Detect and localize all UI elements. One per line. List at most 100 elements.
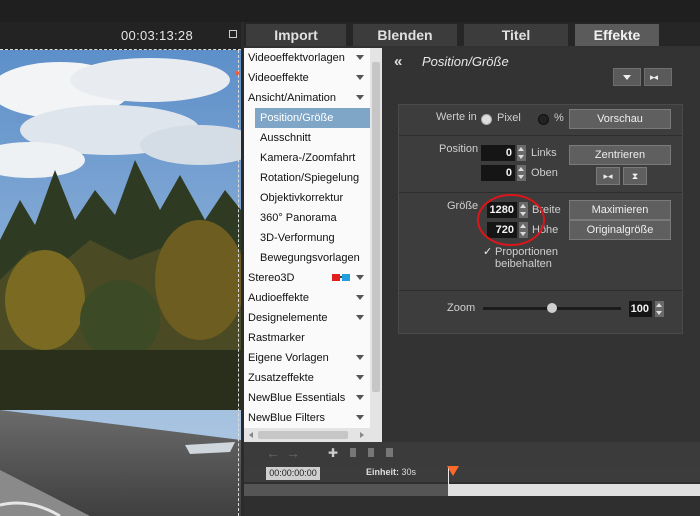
timeline-toolbar: ← → ✚ (244, 442, 700, 466)
tab-blenden[interactable]: Blenden (353, 24, 457, 46)
video-safe-border-top (0, 49, 241, 50)
category-item-label: Designelemente (248, 312, 328, 324)
category-item[interactable]: Ausschnitt (260, 128, 311, 148)
presets-dropdown-button[interactable] (613, 68, 641, 86)
media-pool-panel: Import Blenden Titel Effekte Videoeffekt… (244, 22, 700, 516)
add-marker-icon[interactable]: ✚ (328, 446, 338, 460)
preview-timecode-bar: 00:03:13:28 (0, 22, 241, 48)
timeline-scrollbar[interactable] (448, 484, 700, 496)
category-list-hscroll-thumb[interactable] (258, 431, 348, 439)
unit-percent-radio[interactable] (538, 114, 549, 125)
center-vertical-button[interactable]: ⧗ (623, 167, 647, 185)
timeline-unit-label: Einheit: (366, 467, 399, 477)
category-item[interactable]: Position/Größe (255, 108, 370, 128)
chevron-down-icon[interactable] (356, 275, 364, 280)
center-horizontal-icon: ▸◂ (603, 171, 613, 181)
category-item[interactable]: Objektivkorrektur (260, 188, 343, 208)
timeline-area: ← → ✚ 00:00:00:00 Einheit: 30s (244, 442, 700, 516)
position-links-input[interactable]: 0 (481, 145, 515, 161)
tab-effekte[interactable]: Effekte (575, 24, 659, 46)
position-label: Position (439, 143, 479, 155)
timeline-unit-value: 30s (401, 467, 417, 477)
chevron-down-icon[interactable] (356, 355, 364, 360)
tab-import[interactable]: Import (246, 24, 346, 46)
category-item[interactable]: Eigene Vorlagen (248, 348, 329, 368)
undo-arrow-icon[interactable]: ← (266, 445, 280, 461)
category-item[interactable]: 360° Panorama (260, 208, 337, 228)
divider (399, 135, 682, 136)
zoom-input[interactable]: 100 (629, 301, 652, 317)
position-links-spinner[interactable] (517, 145, 526, 161)
hscroll-left-icon[interactable] (249, 432, 253, 438)
category-item[interactable]: Bewegungsvorlagen (260, 248, 360, 268)
hscroll-right-icon[interactable] (360, 432, 364, 438)
category-item[interactable]: NewBlue Essentials (248, 388, 345, 408)
category-item[interactable]: NewBlue Filters (248, 408, 325, 428)
maximieren-button[interactable]: Maximieren (569, 200, 671, 220)
category-item[interactable]: Stereo3D (248, 268, 350, 288)
proportionen-line1: Proportionen (495, 246, 558, 258)
category-item-label: Rotation/Spiegelung (260, 172, 360, 184)
chevron-down-icon[interactable] (356, 75, 364, 80)
check-icon[interactable]: ✓ (483, 245, 492, 258)
chevron-down-icon[interactable] (356, 95, 364, 100)
vorschau-button[interactable]: Vorschau (569, 109, 671, 129)
back-chevrons-icon[interactable]: « (394, 53, 402, 70)
chevron-down-icon[interactable] (356, 415, 364, 420)
delete-icon[interactable] (350, 448, 356, 457)
category-list-vscroll-thumb[interactable] (372, 62, 380, 392)
category-item-label: Kamera-/Zoomfahrt (260, 152, 356, 164)
chevron-down-icon[interactable] (356, 295, 364, 300)
category-item[interactable]: Designelemente (248, 308, 328, 328)
redo-arrow-icon[interactable]: → (286, 445, 300, 461)
chevron-down-icon[interactable] (356, 375, 364, 380)
clipboard-icon[interactable] (386, 448, 393, 457)
position-oben-input[interactable]: 0 (481, 165, 515, 181)
video-frame-handle[interactable] (235, 71, 239, 75)
category-item-label: Ansicht/Animation (248, 92, 337, 104)
zoom-slider-track[interactable] (483, 303, 621, 313)
chevron-down-icon (623, 75, 631, 80)
center-vertical-icon: ⧗ (631, 171, 639, 181)
category-item[interactable]: Ansicht/Animation (248, 88, 336, 108)
video-preview-panel: 00:03:13:28 (0, 22, 241, 516)
preview-undock-icon[interactable] (229, 30, 237, 38)
settings-box: Werte in Pixel % Vorschau Position 0 Lin… (398, 104, 683, 334)
category-item[interactable]: Kamera-/Zoomfahrt (260, 148, 355, 168)
category-item[interactable]: Rotation/Spiegelung (260, 168, 359, 188)
chevron-down-icon[interactable] (356, 395, 364, 400)
unit-pixel-radio[interactable] (481, 114, 492, 125)
category-item[interactable]: Zusatzeffekte (248, 368, 314, 388)
tab-titel[interactable]: Titel (464, 24, 568, 46)
category-item[interactable]: Videoeffektvorlagen (248, 48, 345, 68)
position-oben-spinner[interactable] (517, 165, 526, 181)
category-item-label: Objektivkorrektur (260, 192, 344, 204)
effect-category-list: Videoeffektvorlagen Videoeffekte Ansicht/A… (244, 48, 370, 442)
category-item-label: Videoeffekte (248, 72, 309, 84)
category-item[interactable]: Videoeffekte (248, 68, 309, 88)
video-frame[interactable] (0, 50, 241, 516)
proportionen-line2: beibehalten (495, 258, 552, 270)
originalgroesse-button[interactable]: Originalgröße (569, 220, 671, 240)
chevron-down-icon[interactable] (356, 55, 364, 60)
category-item-label: NewBlue Essentials (248, 392, 346, 404)
category-item-label: Ausschnitt (260, 132, 311, 144)
video-safe-border-right (238, 50, 240, 516)
chevron-down-icon[interactable] (356, 315, 364, 320)
category-item[interactable]: 3D-Verformung (260, 228, 335, 248)
playhead-icon[interactable] (447, 466, 459, 478)
zoom-slider-thumb[interactable] (547, 303, 557, 313)
category-item-label: Stereo3D (248, 272, 295, 284)
zentrieren-button[interactable]: Zentrieren (569, 145, 671, 165)
arrows-inward-icon: ▸◂ (650, 72, 658, 82)
category-item[interactable]: Rastmarker (248, 328, 305, 348)
category-item[interactable]: Audioeffekte (248, 288, 309, 308)
delete-all-icon[interactable] (368, 448, 374, 457)
unit-percent-label: % (554, 112, 564, 124)
zoom-spinner[interactable] (655, 301, 664, 317)
werte-in-label: Werte in (436, 111, 477, 123)
category-item-label: Zusatzeffekte (248, 372, 314, 384)
reset-button[interactable]: ▸◂ (644, 68, 672, 86)
unit-pixel-label: Pixel (497, 112, 521, 124)
center-horizontal-button[interactable]: ▸◂ (596, 167, 620, 185)
